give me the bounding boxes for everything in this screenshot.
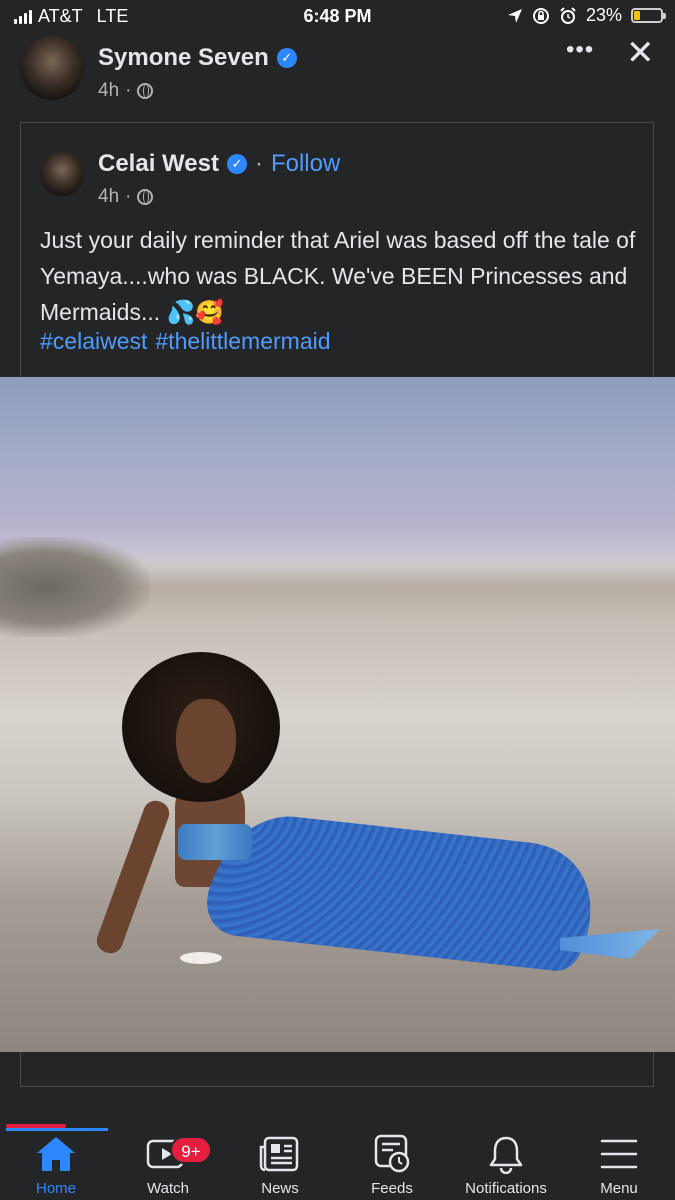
location-arrow-icon <box>507 8 522 23</box>
tab-menu[interactable]: Menu <box>563 1134 675 1197</box>
follow-separator: · <box>254 150 263 177</box>
active-tab-indicator <box>6 1128 108 1131</box>
more-options-button[interactable]: ••• <box>566 36 594 64</box>
battery-percent: 23% <box>585 5 622 25</box>
verified-badge-icon: ✓ <box>226 154 247 174</box>
post-text: Just your daily reminder that Ariel was … <box>40 227 636 325</box>
meta-separator: · <box>125 186 132 207</box>
tab-notifications[interactable]: Notifications <box>448 1134 564 1197</box>
tab-label: Menu <box>600 1180 638 1197</box>
author-name-text[interactable]: Symone Seven <box>98 44 269 72</box>
watch-badge: 9+ <box>170 1136 212 1164</box>
battery-icon <box>631 8 666 23</box>
close-button[interactable]: ✕ <box>626 36 655 70</box>
shared-author-row: Celai West ✓ · Follow <box>98 150 340 178</box>
shared-post-meta: 4h · <box>98 186 154 208</box>
photo-mermaid-top <box>178 824 252 860</box>
tab-home[interactable]: Home <box>0 1134 112 1197</box>
tab-label: Feeds <box>371 1180 413 1197</box>
tab-label: Home <box>35 1180 76 1197</box>
post-time[interactable]: 4h <box>98 80 119 102</box>
home-icon <box>0 1134 112 1174</box>
verified-badge-icon: ✓ <box>276 48 297 68</box>
follow-button[interactable]: Follow <box>271 150 340 178</box>
photo-shell <box>180 952 222 964</box>
tab-label: News <box>261 1180 299 1197</box>
menu-icon <box>563 1134 675 1174</box>
hashtag-link[interactable]: #thelittlemermaid <box>155 328 330 355</box>
post-photo[interactable] <box>0 377 675 1052</box>
tab-label: Notifications <box>465 1180 547 1197</box>
photo-arm <box>93 797 173 957</box>
status-right: 23% <box>507 5 666 26</box>
hashtag-link[interactable]: #celaiwest <box>40 328 147 355</box>
photo-face <box>176 699 236 783</box>
author-avatar[interactable] <box>20 36 84 100</box>
photo-rocks <box>0 537 150 637</box>
post-meta: 4h · <box>98 80 154 102</box>
author-name[interactable]: Symone Seven ✓ <box>98 44 297 72</box>
tab-feeds[interactable]: Feeds <box>336 1134 448 1197</box>
status-bar: AT&T LTE 6:48 PM 23% <box>0 0 675 34</box>
bell-icon <box>448 1134 564 1174</box>
battery-fill <box>634 11 640 20</box>
globe-icon <box>137 189 154 205</box>
meta-separator: · <box>125 80 132 101</box>
globe-icon <box>137 83 154 99</box>
news-icon <box>224 1134 336 1174</box>
alarm-icon <box>560 6 576 24</box>
tab-label: Watch <box>147 1180 189 1197</box>
tab-news[interactable]: News <box>224 1134 336 1197</box>
shared-post-time[interactable]: 4h <box>98 186 119 208</box>
hashtags: #celaiwest #thelittlemermaid <box>40 328 331 355</box>
shared-author-name[interactable]: Celai West <box>98 150 219 178</box>
feeds-icon <box>336 1134 448 1174</box>
shared-author-avatar[interactable] <box>40 152 84 196</box>
rotation-lock-icon <box>532 7 549 24</box>
